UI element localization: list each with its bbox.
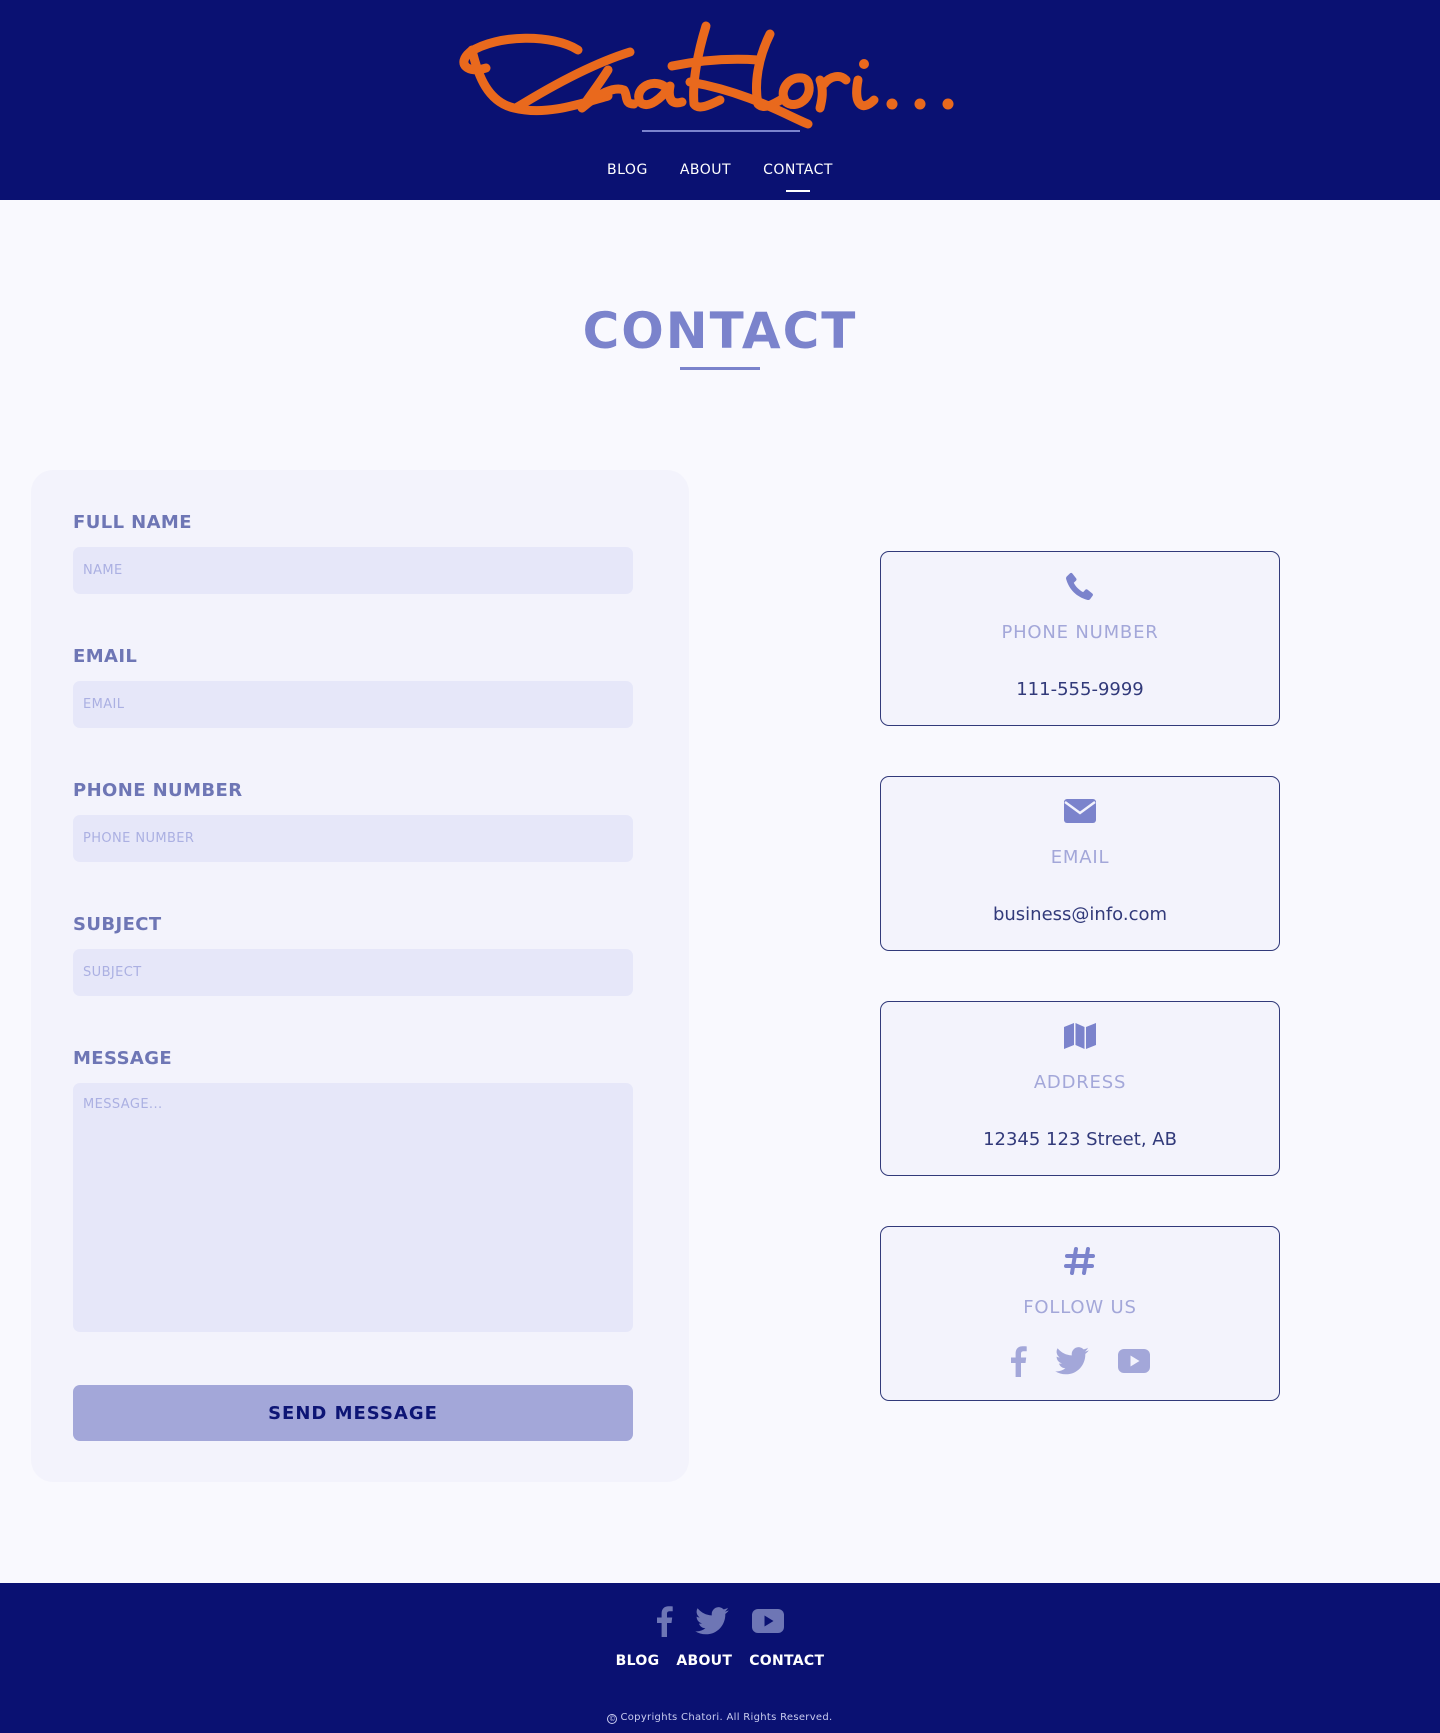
full-name-label: FULL NAME xyxy=(73,512,192,533)
send-message-button[interactable]: SEND MESSAGE xyxy=(73,1385,633,1441)
footer-social-links xyxy=(0,1605,1440,1641)
email-input[interactable] xyxy=(73,681,633,728)
page-title: CONTACT xyxy=(582,302,858,360)
copyright-symbol: © xyxy=(607,1714,618,1724)
message-label: MESSAGE xyxy=(73,1048,173,1069)
contact-form: FULL NAME EMAIL PHONE NUMBER SUBJECT MES… xyxy=(31,470,689,1482)
chatori-logo[interactable] xyxy=(458,12,978,130)
header-nav: BLOG ABOUT CONTACT xyxy=(0,162,1440,186)
nav-about[interactable]: ABOUT xyxy=(680,162,731,186)
subject-input[interactable] xyxy=(73,949,633,996)
youtube-icon[interactable] xyxy=(1117,1348,1151,1378)
footer-nav-contact[interactable]: CONTACT xyxy=(749,1653,824,1669)
copyright-notice: © Copyrights Chatori. All Rights Reserved… xyxy=(0,1712,1440,1724)
logo-divider xyxy=(642,130,800,132)
facebook-icon[interactable] xyxy=(655,1605,673,1641)
email-card: EMAIL business@info.com xyxy=(880,776,1280,951)
phone-card-value[interactable]: 111-555-9999 xyxy=(881,679,1279,700)
facebook-icon[interactable] xyxy=(1009,1345,1027,1381)
follow-us-social-links xyxy=(881,1345,1279,1381)
phone-card-title: PHONE NUMBER xyxy=(1001,622,1159,643)
site-header: BLOG ABOUT CONTACT xyxy=(0,0,1440,200)
hashtag-icon xyxy=(881,1243,1279,1279)
address-card-title: ADDRESS xyxy=(1033,1072,1127,1093)
envelope-icon xyxy=(881,793,1279,829)
full-name-input[interactable] xyxy=(73,547,633,594)
phone-number-input[interactable] xyxy=(73,815,633,862)
follow-us-card-title: FOLLOW US xyxy=(1023,1297,1137,1318)
footer-nav-blog[interactable]: BLOG xyxy=(616,1653,660,1669)
nav-blog[interactable]: BLOG xyxy=(607,162,648,186)
subject-label: SUBJECT xyxy=(73,914,162,935)
email-label: EMAIL xyxy=(73,646,138,667)
phone-icon xyxy=(881,568,1279,604)
message-textarea[interactable] xyxy=(73,1083,633,1332)
map-icon xyxy=(881,1018,1279,1054)
title-underline xyxy=(680,367,760,370)
address-card: ADDRESS 12345 123 Street, AB xyxy=(880,1001,1280,1176)
youtube-icon[interactable] xyxy=(751,1608,785,1638)
footer-nav-about[interactable]: ABOUT xyxy=(676,1653,732,1669)
twitter-icon[interactable] xyxy=(695,1607,729,1639)
phone-number-label: PHONE NUMBER xyxy=(73,780,243,801)
nav-contact[interactable]: CONTACT xyxy=(763,162,833,186)
copyright-text: Copyrights Chatori. All Rights Reserved. xyxy=(620,1712,833,1723)
address-card-value[interactable]: 12345 123 Street, AB xyxy=(881,1129,1279,1150)
email-card-value[interactable]: business@info.com xyxy=(881,904,1279,925)
phone-card: PHONE NUMBER 111-555-9999 xyxy=(880,551,1280,726)
footer-nav: BLOG ABOUT CONTACT xyxy=(0,1653,1440,1669)
twitter-icon[interactable] xyxy=(1055,1347,1089,1379)
site-footer: BLOG ABOUT CONTACT © Copyrights Chatori. … xyxy=(0,1583,1440,1733)
follow-us-card: FOLLOW US xyxy=(880,1226,1280,1401)
email-card-title: EMAIL xyxy=(1050,847,1110,868)
